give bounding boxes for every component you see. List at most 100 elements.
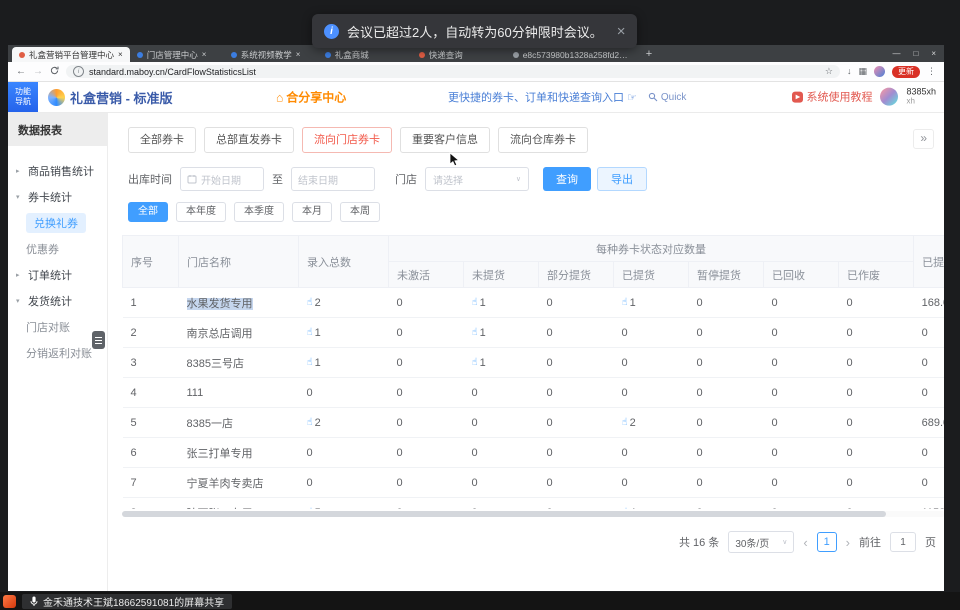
refresh-button[interactable]: [50, 66, 59, 78]
goto-page-input[interactable]: 1: [890, 532, 916, 552]
browser-tab[interactable]: e8c573980b1328a258fd2a6f: [506, 47, 638, 62]
card-count-link[interactable]: ☝1: [307, 357, 321, 369]
browser-tab[interactable]: 礼盒商城: [318, 47, 412, 62]
browser-tab[interactable]: 门店管理中心 ×: [130, 47, 224, 62]
chevron-right-icon: ▸: [16, 271, 24, 279]
sidebar-item-label: 发货统计: [28, 293, 72, 309]
screen-share-text: 金禾通技术王斌18662591081的屏幕共享: [43, 594, 224, 609]
window-minimize-button[interactable]: —: [892, 49, 900, 58]
card-count-link[interactable]: ☝1: [622, 297, 636, 309]
browser-tab[interactable]: 系统视频教学×: [224, 47, 318, 62]
sidebar-item[interactable]: ▸商品销售统计: [8, 158, 107, 184]
search-button[interactable]: 查询: [543, 167, 591, 191]
screen-share-indicator[interactable]: 金禾通技术王斌18662591081的屏幕共享: [22, 594, 232, 609]
cell-total: 0: [299, 468, 389, 498]
cell-status: 0: [539, 468, 614, 498]
address-bar[interactable]: i standard.maboy.cn/CardFlowStatisticsLi…: [66, 65, 840, 78]
share-center-link[interactable]: ⌂ 合分享中心: [276, 89, 346, 106]
card-count-link[interactable]: ☝2: [307, 297, 321, 309]
refresh-icon: [50, 66, 59, 75]
tab-close-icon[interactable]: ×: [118, 50, 123, 59]
bookmark-star-icon[interactable]: ☆: [825, 66, 833, 77]
page-size-select[interactable]: 30条/页 ∨: [728, 531, 794, 553]
store-name: 111: [187, 387, 204, 399]
profile-avatar[interactable]: [874, 66, 885, 77]
tab-close-icon[interactable]: ×: [296, 50, 301, 59]
content-tab[interactable]: 全部券卡: [128, 127, 196, 153]
sidebar-item-label: 订单统计: [28, 267, 72, 283]
cell-seq: 3: [123, 348, 179, 378]
sidebar-item[interactable]: ▾发货统计: [8, 288, 107, 314]
tab-title: 门店管理中心: [147, 49, 198, 61]
sidebar-collapse-handle[interactable]: [92, 331, 105, 349]
cell-status: 0: [764, 408, 839, 438]
store-select[interactable]: 请选择 ∨: [425, 167, 529, 191]
cell-seq: 7: [123, 468, 179, 498]
content-tab[interactable]: 重要客户信息: [400, 127, 490, 153]
site-info-icon[interactable]: i: [73, 66, 84, 77]
quick-entry-link[interactable]: 更快捷的券卡、订单和快递查询入口 ☞ Quick: [448, 89, 686, 105]
end-date-input[interactable]: 结束日期: [291, 167, 375, 191]
quick-range-chip[interactable]: 本年度: [176, 202, 226, 222]
quick-search[interactable]: Quick: [648, 92, 687, 103]
browser-tab[interactable]: 礼盒营销平台管理中心×: [12, 47, 130, 62]
content-tab[interactable]: 流向门店券卡: [302, 127, 392, 153]
card-count-link[interactable]: ☝5: [307, 507, 321, 509]
browser-update-button[interactable]: 更新: [892, 66, 920, 78]
sidebar-subitem[interactable]: 兑换礼券: [8, 210, 107, 236]
card-count-link[interactable]: ☝1: [472, 357, 486, 369]
store-name: 8385一店: [187, 418, 233, 430]
horizontal-scrollbar[interactable]: [122, 511, 944, 517]
extensions-icon[interactable]: ▦: [858, 67, 867, 76]
page-size-value: 30条/页: [735, 535, 769, 550]
card-count-link[interactable]: ☝2: [307, 417, 321, 429]
card-count-link[interactable]: ☝4: [622, 507, 636, 509]
tabs-overflow-button[interactable]: »: [913, 129, 934, 149]
start-date-input[interactable]: 开始日期: [180, 167, 264, 191]
meeting-app-icon[interactable]: [3, 595, 16, 608]
prev-page-button[interactable]: ‹: [803, 535, 807, 550]
window-close-button[interactable]: ×: [931, 49, 936, 58]
next-page-button[interactable]: ›: [846, 535, 850, 550]
browser-menu-icon[interactable]: ⋮: [927, 66, 936, 77]
notification-close-icon[interactable]: ×: [617, 23, 626, 40]
table-row: 2南京总店调用☝10☝1000000: [123, 318, 945, 348]
card-count-link[interactable]: ☝1: [472, 327, 486, 339]
cell-total: 0: [299, 378, 389, 408]
sidebar-subitem[interactable]: 优惠券: [8, 236, 107, 262]
sidebar-item[interactable]: ▸ 订单统计: [8, 262, 107, 288]
quick-range-chip[interactable]: 本周: [340, 202, 380, 222]
scrollbar-thumb[interactable]: [122, 511, 886, 517]
user-avatar[interactable]: [880, 88, 898, 106]
tutorial-link[interactable]: ▶ 系统使用教程: [792, 89, 872, 105]
download-icon[interactable]: ↓: [847, 67, 852, 76]
col-header-store: 门店名称: [179, 236, 299, 288]
cell-status: 0: [689, 468, 764, 498]
cell-status: 0: [839, 378, 914, 408]
quick-range-chip[interactable]: 本月: [292, 202, 332, 222]
cell-status: ☝1: [464, 288, 539, 318]
content-tab[interactable]: 总部直发券卡: [204, 127, 294, 153]
pointer-icon: ☝: [307, 297, 313, 308]
tab-close-icon[interactable]: ×: [202, 50, 207, 59]
forward-button[interactable]: →: [33, 67, 43, 77]
quick-range-chip[interactable]: 全部: [128, 202, 168, 222]
quick-range-chip[interactable]: 本季度: [234, 202, 284, 222]
card-count-link[interactable]: ☝2: [622, 417, 636, 429]
card-count-link[interactable]: ☝1: [472, 297, 486, 309]
goto-unit: 页: [925, 534, 936, 550]
content-tab[interactable]: 流向仓库券卡: [498, 127, 588, 153]
window-maximize-button[interactable]: □: [913, 49, 918, 58]
back-button[interactable]: ←: [16, 67, 26, 77]
cell-status: 0: [464, 498, 539, 510]
new-tab-button[interactable]: +: [646, 48, 652, 60]
browser-tab[interactable]: 快递查询: [412, 47, 506, 62]
sidebar-item[interactable]: ▾券卡统计: [8, 184, 107, 210]
card-count-link[interactable]: ☝1: [307, 327, 321, 339]
function-nav-button[interactable]: 功能 导航: [8, 82, 38, 112]
cell-total: ☝1: [299, 318, 389, 348]
pointer-icon: ☝: [472, 357, 478, 368]
share-center-label: 合分享中心: [286, 89, 346, 106]
export-button[interactable]: 导出: [597, 167, 647, 191]
page-number-current[interactable]: 1: [817, 532, 837, 552]
